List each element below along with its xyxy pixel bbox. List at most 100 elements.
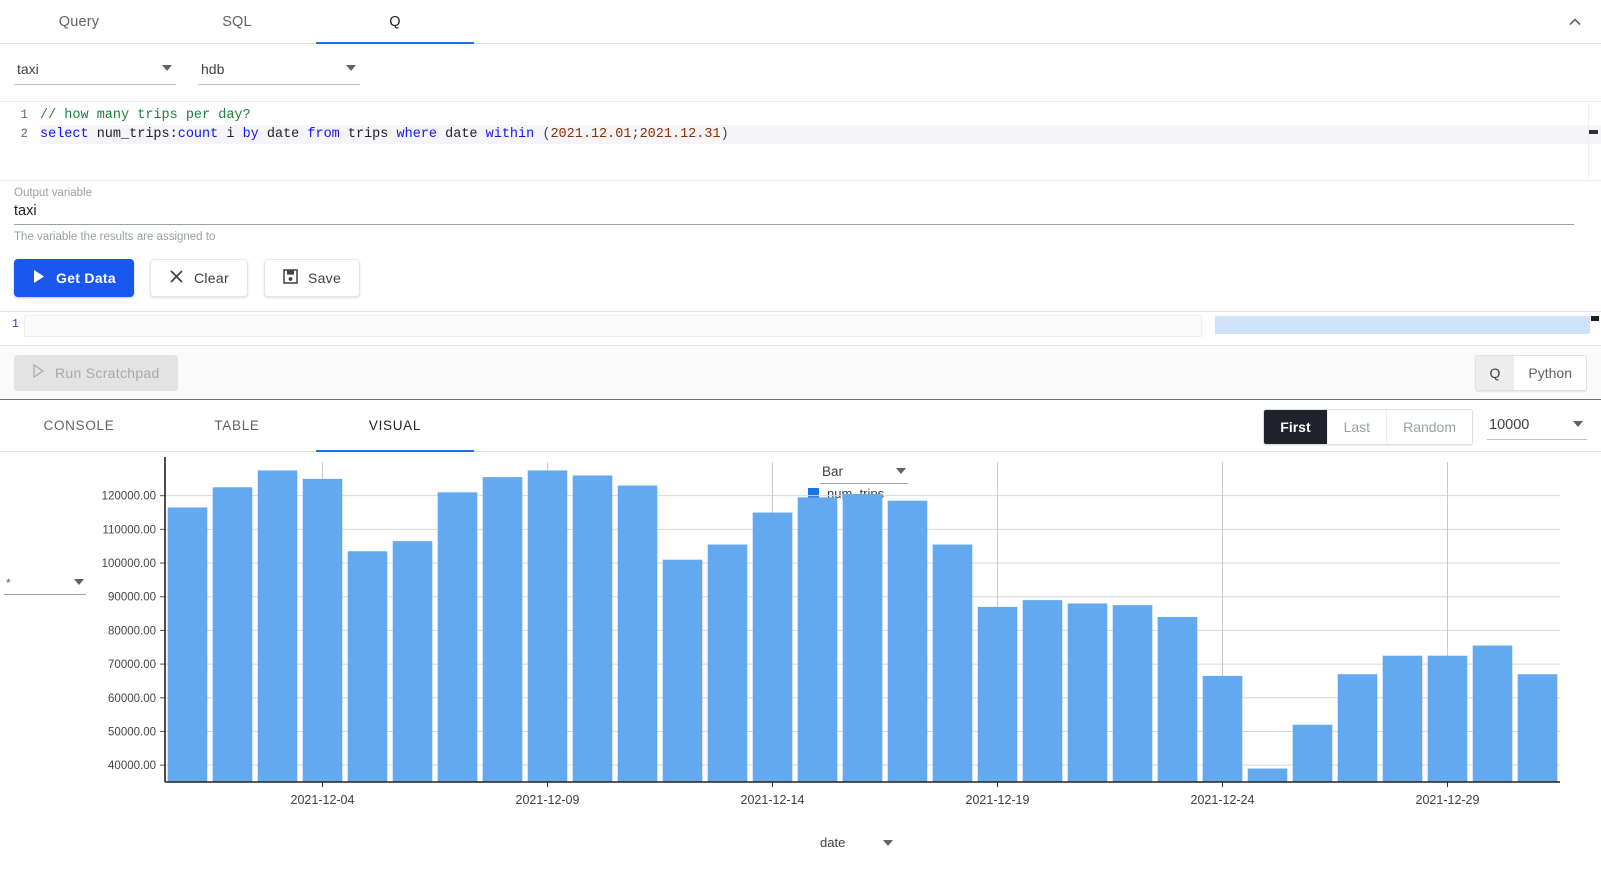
source-select[interactable]: taxi — [14, 58, 176, 85]
source-select-value: taxi — [14, 58, 176, 85]
bar[interactable] — [1248, 769, 1288, 782]
y-tick-label: 60000.00 — [108, 693, 156, 705]
code-token: date — [437, 127, 486, 142]
x-tick-label: 2021-12-04 — [291, 793, 355, 807]
chevron-up-icon[interactable] — [1563, 10, 1587, 34]
language-toggle: Q Python — [1475, 355, 1587, 391]
editor-scrollbar[interactable] — [1588, 104, 1599, 178]
y-tick-label: 70000.00 — [108, 659, 156, 671]
tab-table[interactable]: TABLE — [158, 400, 316, 451]
bar[interactable] — [438, 492, 478, 782]
tab-query[interactable]: Query — [0, 0, 158, 43]
editor-scrollbar-thumb[interactable] — [1589, 130, 1598, 134]
bar[interactable] — [753, 513, 793, 782]
code-token: from — [307, 127, 339, 142]
line-number: 2 — [0, 125, 28, 144]
bar[interactable] — [213, 487, 253, 782]
code-token: select — [40, 127, 89, 142]
scratchpad-editor[interactable]: 1 — [0, 311, 1601, 345]
get-data-button[interactable]: Get Data — [14, 259, 134, 297]
bar[interactable] — [618, 486, 658, 782]
row-sampling-controls: First Last Random 10000 — [1263, 409, 1587, 445]
bar[interactable] — [888, 501, 928, 782]
tab-visual-label: VISUAL — [369, 418, 421, 433]
tab-sql[interactable]: SQL — [158, 0, 316, 43]
sampling-last-button[interactable]: Last — [1328, 410, 1387, 444]
bar[interactable] — [348, 551, 388, 782]
play-icon — [32, 269, 46, 287]
bar[interactable] — [573, 475, 613, 782]
sampling-segmented-control: First Last Random — [1263, 409, 1473, 445]
q-code-editor[interactable]: 1 2 // how many trips per day? select nu… — [0, 101, 1601, 181]
code-token: date — [259, 127, 308, 142]
tab-console[interactable]: CONSOLE — [0, 400, 158, 451]
language-toggle-q[interactable]: Q — [1476, 356, 1515, 390]
query-mode-tabbar: Query SQL Q — [0, 0, 1601, 44]
bar[interactable] — [1203, 676, 1243, 782]
bar[interactable] — [1428, 656, 1468, 782]
x-tick-label: 2021-12-29 — [1416, 793, 1480, 807]
sampling-random-button[interactable]: Random — [1387, 410, 1472, 444]
bar[interactable] — [1518, 674, 1558, 782]
bar[interactable] — [1113, 605, 1153, 782]
bar[interactable] — [1158, 617, 1198, 782]
save-button[interactable]: Save — [264, 259, 360, 297]
bar[interactable] — [1068, 603, 1108, 782]
bar[interactable] — [393, 541, 433, 782]
bar[interactable] — [978, 607, 1018, 782]
bar[interactable] — [303, 479, 343, 782]
x-tick-label: 2021-12-19 — [966, 793, 1030, 807]
bar[interactable] — [1023, 600, 1063, 782]
x-tick-label: 2021-12-14 — [741, 793, 805, 807]
code-token: ) — [721, 127, 729, 142]
database-select[interactable]: hdb — [198, 58, 360, 85]
code-line-2: select num_trips:count i by date from tr… — [40, 125, 1601, 144]
code-token: 2021.12.01 — [550, 127, 631, 142]
clear-button[interactable]: Clear — [150, 259, 248, 297]
close-x-icon — [169, 269, 184, 287]
scratchpad-scrollbar-thumb[interactable] — [1591, 316, 1599, 321]
bar-chart-svg: 120000.00110000.00100000.0090000.0080000… — [0, 452, 1601, 852]
bar[interactable] — [1473, 646, 1513, 782]
bar[interactable] — [483, 477, 523, 782]
code-token: // how many trips per day? — [40, 108, 251, 123]
output-variable-input[interactable]: taxi — [14, 199, 1574, 225]
y-tick-label: 90000.00 — [108, 592, 156, 604]
code-token: 2021.12.31 — [640, 127, 721, 142]
sampling-first-button[interactable]: First — [1264, 410, 1327, 444]
bar[interactable] — [1338, 674, 1378, 782]
bar[interactable] — [663, 560, 703, 782]
bar[interactable] — [258, 470, 298, 782]
run-scratchpad-button[interactable]: Run Scratchpad — [14, 355, 178, 391]
bar[interactable] — [708, 545, 748, 782]
language-toggle-python[interactable]: Python — [1514, 356, 1586, 390]
x-tick-label: 2021-12-09 — [516, 793, 580, 807]
row-limit-value: 10000 — [1487, 414, 1587, 440]
editor-gutter: 1 2 — [0, 102, 34, 180]
row-limit-select[interactable]: 10000 — [1487, 414, 1587, 440]
get-data-button-label: Get Data — [56, 270, 116, 286]
results-tabbar: CONSOLE TABLE VISUAL First Last Random 1… — [0, 399, 1601, 452]
tab-table-label: TABLE — [214, 418, 259, 433]
bar[interactable] — [798, 497, 838, 782]
scratchpad-input[interactable] — [24, 315, 1202, 337]
chevron-down-icon — [1573, 421, 1583, 427]
tab-visual[interactable]: VISUAL — [316, 400, 474, 451]
code-token: i — [218, 127, 242, 142]
bar[interactable] — [528, 470, 568, 782]
x-axis-select[interactable]: date — [820, 835, 910, 850]
output-variable-label: Output variable — [14, 187, 1587, 199]
bar[interactable] — [168, 507, 208, 782]
clear-button-label: Clear — [194, 270, 229, 286]
tab-q[interactable]: Q — [316, 0, 474, 43]
y-tick-label: 80000.00 — [108, 625, 156, 637]
y-tick-label: 120000.00 — [102, 491, 156, 503]
bar[interactable] — [843, 494, 883, 782]
chevron-down-icon — [346, 65, 356, 71]
action-buttons: Get Data Clear Save — [0, 243, 1601, 311]
line-number: 1 — [0, 106, 28, 125]
bar[interactable] — [933, 545, 973, 782]
bar[interactable] — [1383, 656, 1423, 782]
editor-code-area[interactable]: // how many trips per day? select num_tr… — [34, 102, 1601, 180]
bar[interactable] — [1293, 725, 1333, 782]
